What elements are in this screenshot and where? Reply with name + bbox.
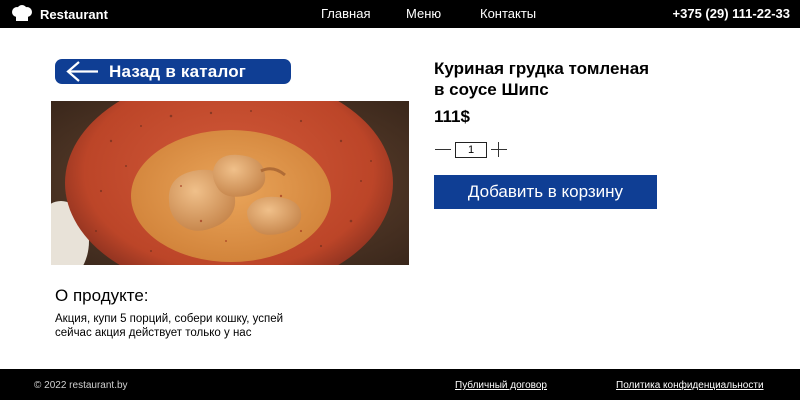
phone-number[interactable]: +375 (29) 111-22-33	[673, 6, 790, 21]
product-title-line: в соусе Шипс	[434, 80, 549, 99]
site-footer: © 2022 restaurant.by Публичный договор П…	[0, 369, 800, 400]
product-title-line: Куриная грудка томленая	[434, 59, 650, 78]
about-product-heading: О продукте:	[55, 286, 149, 305]
nav-link-menu[interactable]: Меню	[406, 6, 441, 21]
product-price: 111$	[434, 107, 470, 126]
back-to-catalog-button[interactable]: Назад в каталог	[55, 59, 291, 84]
nav-link-home[interactable]: Главная	[321, 6, 370, 21]
about-text-line: сейчас акция действует только у нас	[55, 327, 252, 339]
product-title: Куриная грудка томленая в соусе Шипс	[434, 58, 734, 100]
public-contract-link[interactable]: Публичный договор	[455, 380, 547, 391]
about-product-text: Акция, купи 5 порций, собери кошку, успе…	[55, 312, 375, 340]
logo-text: Restaurant	[40, 6, 108, 22]
logo[interactable]: Restaurant	[10, 4, 108, 24]
decrease-quantity-button[interactable]	[434, 141, 452, 158]
quantity-stepper	[434, 141, 508, 158]
privacy-policy-link[interactable]: Политика конфиденциальности	[616, 380, 764, 391]
chef-hat-icon	[12, 5, 32, 21]
add-to-cart-button[interactable]: Добавить в корзину	[434, 175, 657, 209]
back-button-label: Назад в каталог	[109, 61, 247, 81]
about-text-line: Акция, купи 5 порций, собери кошку, успе…	[55, 313, 284, 325]
site-header: Restaurant Главная Меню Контакты +375 (2…	[0, 0, 800, 28]
nav-link-contacts[interactable]: Контакты	[480, 6, 536, 21]
arrow-left-icon	[66, 61, 98, 82]
copyright: © 2022 restaurant.by	[34, 380, 128, 391]
product-image	[51, 101, 409, 265]
increase-quantity-button[interactable]	[490, 141, 508, 158]
quantity-input[interactable]	[455, 141, 487, 158]
